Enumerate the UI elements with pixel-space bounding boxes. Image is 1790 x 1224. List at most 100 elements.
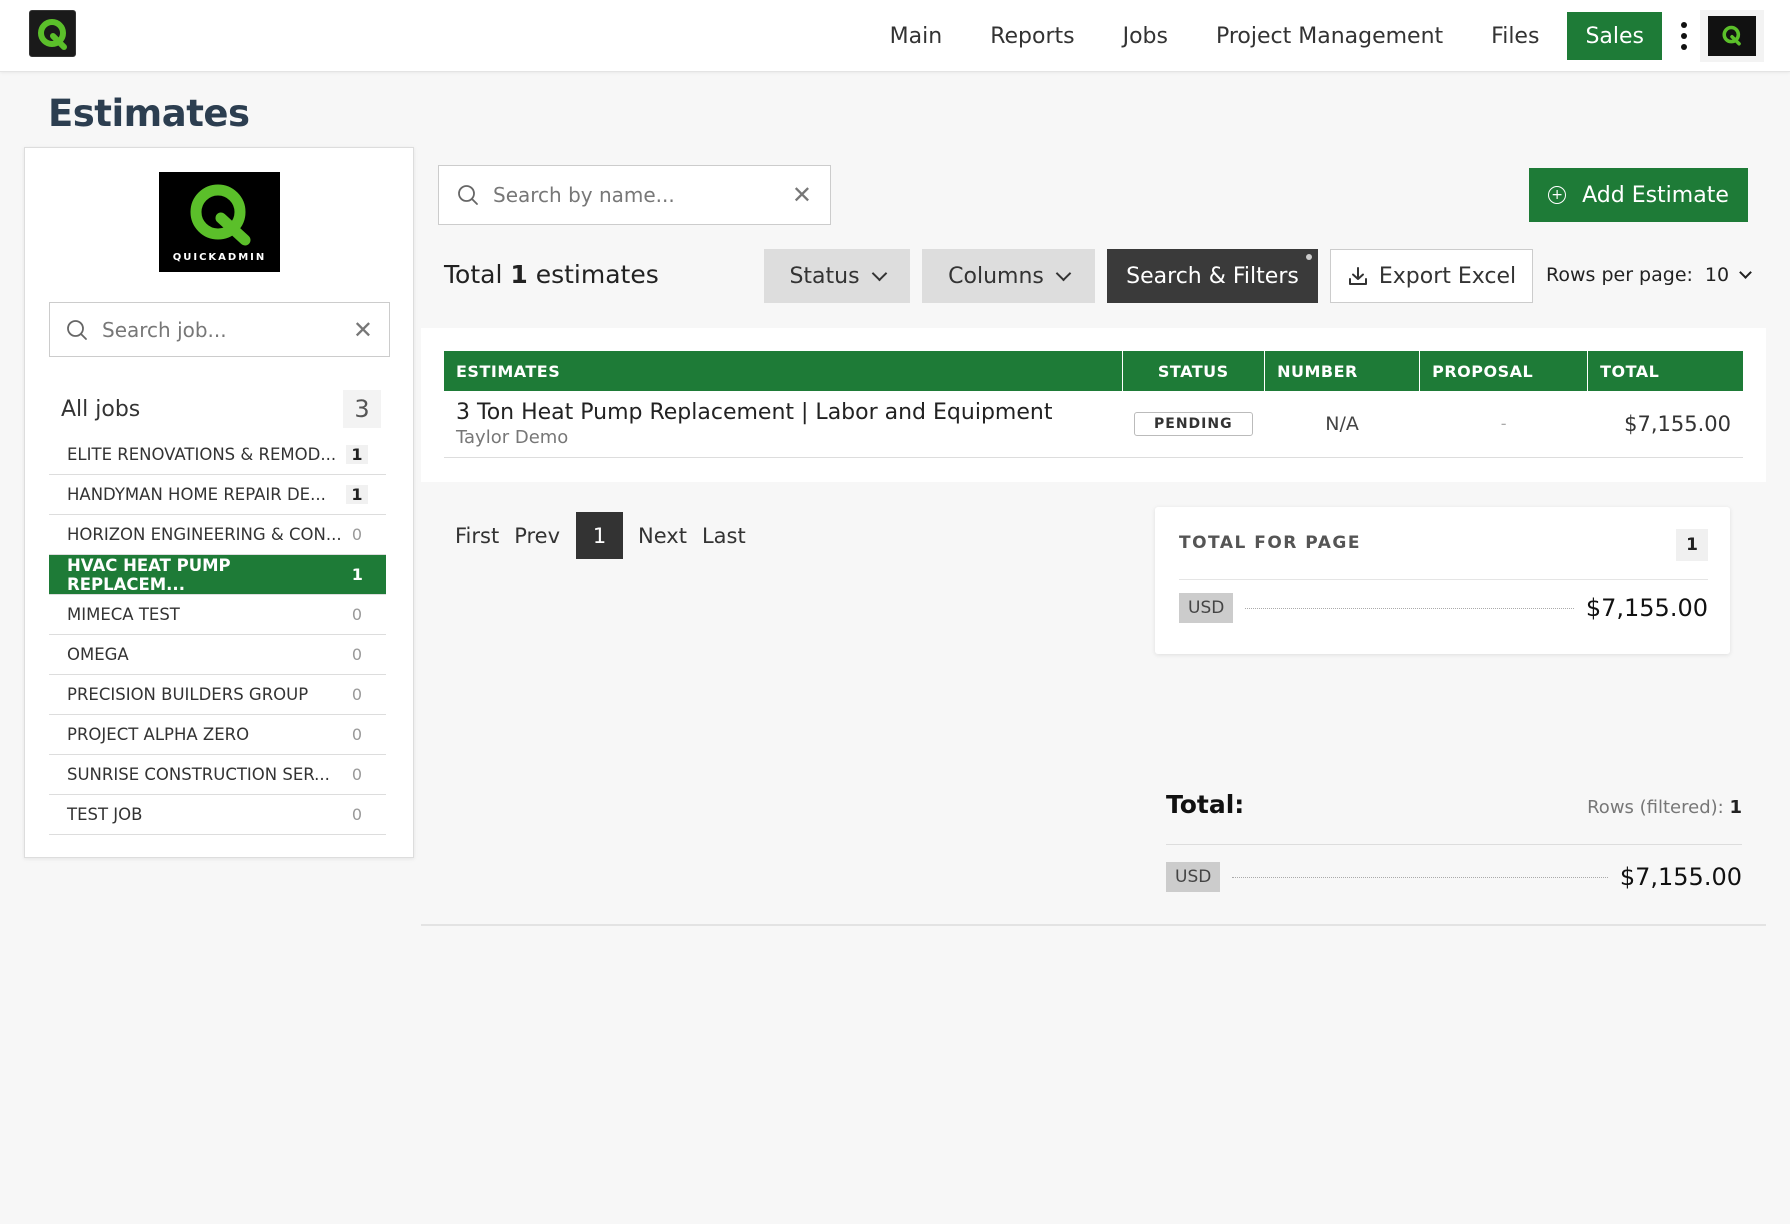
top-navbar: Main Reports Jobs Project Management Fil… bbox=[0, 0, 1790, 72]
job-count: 0 bbox=[351, 765, 363, 784]
job-count: 0 bbox=[351, 805, 363, 824]
job-search-box: ✕ bbox=[49, 302, 390, 357]
user-avatar[interactable] bbox=[1700, 10, 1764, 62]
sidebar-job-item[interactable]: OMEGA 0 bbox=[49, 635, 386, 675]
clear-search-icon[interactable]: ✕ bbox=[792, 181, 812, 209]
leader-dots bbox=[1232, 876, 1608, 878]
sidebar-job-item[interactable]: PROJECT ALPHA ZERO 0 bbox=[49, 715, 386, 755]
pager-next[interactable]: Next bbox=[638, 524, 687, 548]
sidebar-job-item[interactable]: HORIZON ENGINEERING & CON... 0 bbox=[49, 515, 386, 555]
app-logo[interactable] bbox=[29, 10, 76, 57]
sidebar-job-item[interactable]: MIMECA TEST 0 bbox=[49, 595, 386, 635]
job-count: 0 bbox=[351, 685, 363, 704]
job-count: 1 bbox=[346, 485, 368, 504]
leader-dots bbox=[1245, 607, 1574, 609]
job-name: SUNRISE CONSTRUCTION SER... bbox=[67, 765, 330, 784]
header-status[interactable]: STATUS bbox=[1122, 351, 1266, 391]
pager-prev[interactable]: Prev bbox=[514, 524, 560, 548]
nav-files[interactable]: Files bbox=[1491, 24, 1539, 49]
total-number: 1 bbox=[510, 260, 528, 289]
header-proposal[interactable]: PROPOSAL bbox=[1419, 351, 1589, 391]
more-menu-icon[interactable] bbox=[1676, 18, 1692, 54]
rows-per-page-value: 10 bbox=[1704, 264, 1730, 286]
divider bbox=[1179, 579, 1708, 580]
total-prefix: Total bbox=[444, 260, 503, 289]
nav-main[interactable]: Main bbox=[890, 24, 943, 49]
columns-dropdown-button[interactable]: Columns bbox=[922, 249, 1095, 303]
job-count: 0 bbox=[351, 605, 363, 624]
rows-filtered-value: 1 bbox=[1729, 797, 1742, 818]
total-cell: $7,155.00 bbox=[1587, 391, 1743, 458]
avatar-logo-icon bbox=[1708, 16, 1756, 56]
proposal-cell: - bbox=[1419, 391, 1588, 458]
add-estimate-label: Add Estimate bbox=[1582, 182, 1729, 208]
rows-filtered-label: Rows (filtered): bbox=[1587, 797, 1724, 818]
estimates-table: ESTIMATES STATUS NUMBER PROPOSAL TOTAL 3… bbox=[444, 351, 1743, 458]
job-name: ELITE RENOVATIONS & REMOD... bbox=[67, 445, 337, 464]
page-total-card: TOTAL FOR PAGE 1 USD $7,155.00 bbox=[1155, 507, 1730, 654]
job-list: ELITE RENOVATIONS & REMOD... 1 HANDYMAN HO… bbox=[49, 435, 386, 835]
status-cell: PENDING bbox=[1122, 391, 1265, 458]
page-total-currency-row: USD $7,155.00 bbox=[1179, 593, 1708, 623]
sidebar-job-item[interactable]: HANDYMAN HOME REPAIR DE... 1 bbox=[49, 475, 386, 515]
status-dropdown-button[interactable]: Status bbox=[764, 249, 910, 303]
job-name: HVAC HEAT PUMP REPLACEM... bbox=[67, 555, 231, 594]
estimate-search-box: ✕ bbox=[438, 165, 831, 225]
currency-badge: USD bbox=[1179, 593, 1234, 623]
rows-per-page-label: Rows per page: bbox=[1546, 264, 1693, 286]
all-jobs-row[interactable]: All jobs 3 bbox=[61, 390, 381, 428]
estimate-search-input[interactable] bbox=[493, 183, 792, 207]
job-name: MIMECA TEST bbox=[67, 605, 180, 624]
job-count: 1 bbox=[346, 445, 368, 464]
nav-project-management[interactable]: Project Management bbox=[1216, 24, 1443, 49]
header-number[interactable]: NUMBER bbox=[1264, 351, 1421, 391]
table-row[interactable]: 3 Ton Heat Pump Replacement | Labor and … bbox=[444, 391, 1743, 458]
nav-reports[interactable]: Reports bbox=[990, 24, 1074, 49]
logo-q-icon bbox=[190, 184, 250, 245]
sidebar-job-item[interactable]: ELITE RENOVATIONS & REMOD... 1 bbox=[49, 435, 386, 475]
export-excel-button[interactable]: Export Excel bbox=[1330, 249, 1533, 303]
search-filters-button[interactable]: Search & Filters bbox=[1107, 249, 1318, 303]
page-total-amount: $7,155.00 bbox=[1585, 594, 1708, 622]
page-total-count: 1 bbox=[1676, 529, 1708, 561]
estimate-cell[interactable]: 3 Ton Heat Pump Replacement | Labor and … bbox=[444, 391, 1122, 458]
sidebar-job-item[interactable]: TEST JOB 0 bbox=[49, 795, 386, 835]
divider bbox=[1166, 844, 1742, 845]
header-total[interactable]: TOTAL bbox=[1587, 351, 1743, 391]
logo-q-icon bbox=[37, 18, 67, 50]
chevron-down-icon bbox=[1739, 265, 1752, 279]
columns-button-label: Columns bbox=[948, 263, 1044, 289]
job-search-input[interactable] bbox=[102, 317, 353, 342]
all-jobs-label: All jobs bbox=[61, 396, 141, 422]
nav-sales[interactable]: Sales bbox=[1567, 12, 1662, 60]
pager-current-page[interactable]: 1 bbox=[576, 512, 624, 559]
sidebar-job-item[interactable]: HVAC HEAT PUMP REPLACEM... 1 bbox=[49, 555, 386, 595]
status-badge: PENDING bbox=[1134, 411, 1253, 436]
add-estimate-button[interactable]: + Add Estimate bbox=[1529, 168, 1748, 222]
jobs-sidebar: QUICKADMIN ✕ All jobs 3 ELITE RENOVATION… bbox=[24, 147, 414, 858]
grand-total-label: Total: bbox=[1166, 790, 1245, 819]
grand-total-amount: $7,155.00 bbox=[1619, 863, 1742, 891]
logo-text: QUICKADMIN bbox=[172, 251, 267, 263]
sidebar-job-item[interactable]: PRECISION BUILDERS GROUP 0 bbox=[49, 675, 386, 715]
page-total-title: TOTAL FOR PAGE bbox=[1179, 533, 1361, 553]
rows-per-page-select[interactable]: Rows per page: 10 bbox=[1546, 264, 1752, 286]
page-title: Estimates bbox=[48, 92, 250, 135]
search-icon bbox=[458, 185, 478, 205]
job-name: OMEGA bbox=[67, 645, 129, 664]
job-name: TEST JOB bbox=[67, 805, 143, 824]
export-button-label: Export Excel bbox=[1378, 263, 1517, 289]
pager-first[interactable]: First bbox=[455, 524, 499, 548]
pager-last[interactable]: Last bbox=[702, 524, 746, 548]
job-count: 1 bbox=[351, 565, 363, 584]
number-cell: N/A bbox=[1264, 391, 1420, 458]
estimate-name[interactable]: 3 Ton Heat Pump Replacement | Labor and … bbox=[456, 400, 1110, 425]
job-count: 0 bbox=[351, 725, 363, 744]
header-estimates[interactable]: ESTIMATES bbox=[444, 351, 1123, 391]
job-count: 0 bbox=[351, 645, 363, 664]
nav-jobs[interactable]: Jobs bbox=[1123, 24, 1168, 49]
sidebar-job-item[interactable]: SUNRISE CONSTRUCTION SER... 0 bbox=[49, 755, 386, 795]
job-name: HANDYMAN HOME REPAIR DE... bbox=[67, 485, 326, 504]
currency-badge: USD bbox=[1166, 862, 1221, 892]
clear-search-icon[interactable]: ✕ bbox=[353, 316, 373, 344]
